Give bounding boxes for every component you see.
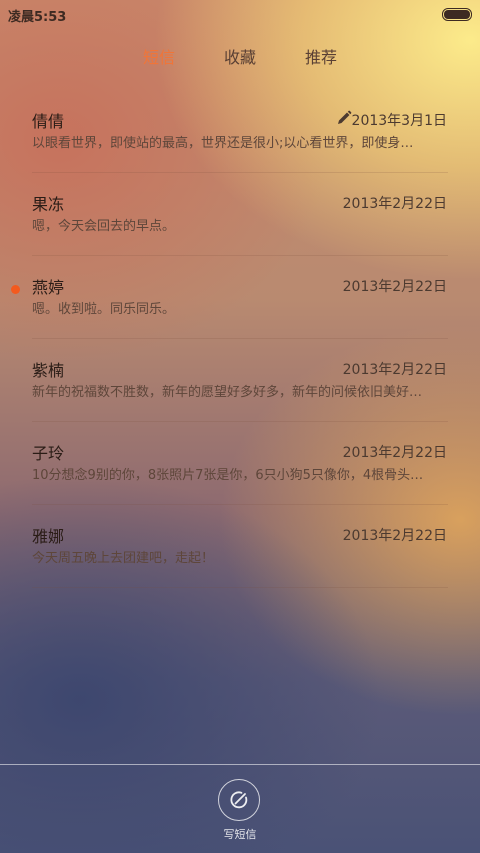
conversation-item[interactable]: 果冻 2013年2月22日 嗯，今天会回去的早点。	[0, 173, 480, 256]
contact-name: 倩倩	[32, 112, 65, 131]
status-bar: 凌晨5:53	[0, 0, 480, 28]
tab-recommended[interactable]: 推荐	[305, 44, 337, 68]
message-preview: 10分想念9别的你，8张照片7张是你，6只小狗5只像你，4根骨头…	[32, 468, 424, 483]
contact-name: 紫楠	[32, 361, 65, 380]
message-preview: 嗯。收到啦。同乐同乐。	[32, 302, 176, 317]
conversation-item[interactable]: 雅娜 2013年2月22日 今天周五晚上去团建吧，走起！	[0, 505, 480, 588]
battery-icon	[442, 8, 472, 21]
list-divider	[32, 587, 448, 588]
conversation-list: 倩倩 2013年3月1日 以眼看世界，即使站的最高，世界还是很小;以心看世界，即…	[0, 90, 480, 588]
tab-sms[interactable]: 短信	[143, 44, 175, 68]
message-date: 2013年2月22日	[342, 279, 447, 295]
message-preview: 今天周五晚上去团建吧，走起！	[32, 551, 215, 566]
conversation-item[interactable]: 燕婷 2013年2月22日 嗯。收到啦。同乐同乐。	[0, 256, 480, 339]
status-time: 凌晨5:53	[8, 10, 67, 25]
conversation-item[interactable]: 紫楠 2013年2月22日 新年的祝福数不胜数，新年的愿望好多好多，新年的问候依…	[0, 339, 480, 422]
message-date: 2013年2月22日	[342, 445, 447, 461]
conversation-item[interactable]: 子玲 2013年2月22日 10分想念9别的你，8张照片7张是你，6只小狗5只像…	[0, 422, 480, 505]
message-preview: 新年的祝福数不胜数，新年的愿望好多好多，新年的问候依旧美好…	[32, 385, 423, 400]
compose-button[interactable]	[218, 779, 260, 821]
contact-name: 燕婷	[32, 278, 65, 297]
compose-icon	[230, 791, 248, 809]
contact-name: 果冻	[32, 195, 65, 214]
message-date: 2013年3月1日	[351, 113, 447, 129]
tab-bar: 短信 收藏 推荐	[0, 44, 480, 74]
message-preview: 以眼看世界，即使站的最高，世界还是很小;以心看世界，即使身…	[32, 136, 414, 151]
contact-name: 子玲	[32, 444, 65, 463]
compose-label: 写短信	[223, 828, 257, 841]
unread-dot-icon	[11, 285, 20, 294]
message-date: 2013年2月22日	[342, 362, 447, 378]
tab-favorites[interactable]: 收藏	[224, 44, 256, 68]
message-date: 2013年2月22日	[342, 196, 447, 212]
contact-name: 雅娜	[32, 527, 65, 546]
sms-screen: 凌晨5:53 短信 收藏 推荐 倩倩 2013年3月1日 以眼看世界，即使站的最…	[0, 0, 480, 853]
message-preview: 嗯，今天会回去的早点。	[32, 219, 176, 234]
message-date: 2013年2月22日	[342, 528, 447, 544]
conversation-item[interactable]: 倩倩 2013年3月1日 以眼看世界，即使站的最高，世界还是很小;以心看世界，即…	[0, 90, 480, 173]
bottom-bar-divider	[0, 764, 480, 765]
pencil-icon	[338, 110, 352, 124]
